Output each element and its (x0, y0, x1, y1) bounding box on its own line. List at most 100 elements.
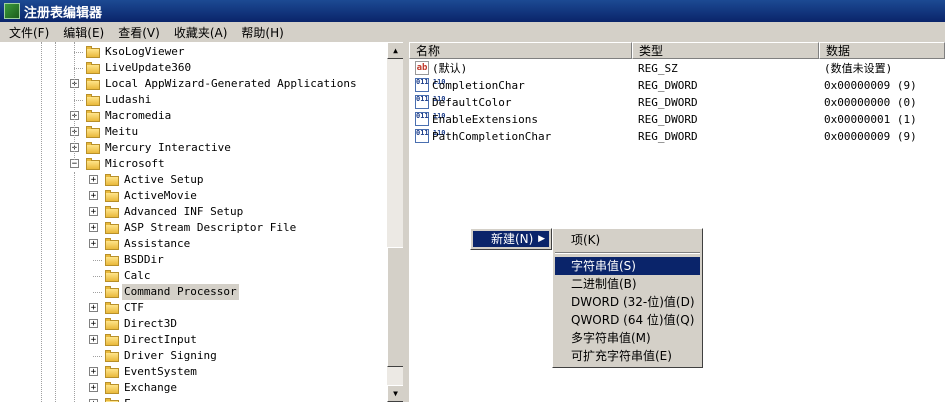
submenu-item[interactable]: 字符串值(S) (555, 257, 700, 275)
tree-connector (74, 100, 83, 101)
folder-icon (105, 222, 119, 234)
submenu-item[interactable]: 可扩充字符串值(E) (555, 347, 700, 365)
tree-item-label: Advanced INF Setup (124, 205, 244, 218)
list-item[interactable]: 011 110 EnableExtensions REG_DWORD 0x000000… (409, 111, 945, 128)
tree-item[interactable]: + Assistance (0, 236, 386, 252)
scroll-up-arrow-icon[interactable]: ▲ (387, 42, 404, 59)
tree-item[interactable]: + Active Setup (0, 172, 386, 188)
menu-edit[interactable]: 编辑(E) (54, 24, 109, 41)
value-name: (默认) (432, 62, 468, 75)
tree-item-label: Microsoft (105, 157, 165, 170)
tree-item[interactable]: + ActiveMovie (0, 188, 386, 204)
tree-item[interactable]: KsoLogViewer (0, 44, 386, 60)
tree-item[interactable]: + Local AppWizard-Generated Applications (0, 76, 386, 92)
submenu-item-label: 多字符串值(M) (571, 331, 651, 345)
value-data: 0x00000000 (0) (824, 96, 917, 109)
submenu-item[interactable]: DWORD (32-位)值(D) (555, 293, 700, 311)
tree-item-label: KsoLogViewer (105, 45, 185, 58)
tree-item-label: F... (122, 396, 153, 402)
window-title: 注册表编辑器 (24, 5, 103, 21)
value-data: 0x00000009 (9) (824, 130, 917, 143)
expand-icon[interactable]: + (89, 303, 98, 313)
menu-view[interactable]: 查看(V) (109, 24, 165, 41)
value-name: EnableExtensions (432, 113, 538, 126)
tree-item[interactable]: + Mercury Interactive (0, 140, 386, 156)
folder-icon (86, 142, 100, 154)
tree-connector (93, 276, 102, 277)
submenu-item[interactable]: 项(K) (555, 231, 700, 249)
folder-icon (86, 158, 100, 170)
tree-scrollbar[interactable]: ▲ ▼ (386, 42, 404, 402)
tree-item[interactable]: + Macromedia (0, 108, 386, 124)
tree-guide-line (74, 42, 75, 160)
binary-value-icon: 011 110 (415, 78, 446, 92)
tree-item[interactable]: Command Processor (0, 284, 386, 300)
tree-item[interactable]: + Direct3D (0, 316, 386, 332)
submenu-item-label: 二进制值(B) (571, 277, 637, 291)
scroll-thumb[interactable] (387, 247, 404, 367)
list-item[interactable]: ab (默认) REG_SZ (数值未设置) (409, 60, 945, 77)
expand-icon[interactable]: + (89, 239, 98, 249)
tree-item-label: Command Processor (122, 284, 239, 300)
scroll-down-arrow-icon[interactable]: ▼ (387, 385, 404, 402)
tree-item[interactable]: + Advanced INF Setup (0, 204, 386, 220)
value-data: 0x00000009 (9) (824, 79, 917, 92)
tree-item-label: Ludashi (105, 93, 152, 106)
expand-icon[interactable]: + (89, 191, 98, 201)
value-data: 0x00000001 (1) (824, 113, 917, 126)
tree-guide-line (55, 42, 56, 402)
tree-item[interactable]: Calc (0, 268, 386, 284)
menu-file[interactable]: 文件(F) (0, 24, 54, 41)
tree-item[interactable]: + Exchange (0, 380, 386, 396)
list-item[interactable]: 011 110 CompletionChar REG_DWORD 0x00000009… (409, 77, 945, 94)
menu-help[interactable]: 帮助(H) (232, 24, 288, 41)
column-type[interactable]: 类型 (632, 42, 819, 59)
tree-item[interactable]: − Microsoft (0, 156, 386, 172)
expand-icon[interactable]: + (89, 335, 98, 345)
folder-icon (105, 174, 119, 186)
tree-item-label: Active Setup (124, 173, 204, 186)
tree-item[interactable]: BSDDir (0, 252, 386, 268)
tree-item-label: Driver Signing (124, 349, 217, 362)
tree-item-label: LiveUpdate360 (105, 61, 192, 74)
expand-icon[interactable]: + (89, 383, 98, 393)
tree-item[interactable]: LiveUpdate360 (0, 60, 386, 76)
list-item[interactable]: 011 110 DefaultColor REG_DWORD 0x00000000 (… (409, 94, 945, 111)
tree-connector (74, 68, 83, 69)
expand-icon[interactable]: + (89, 367, 98, 377)
list-item[interactable]: 011 110 PathCompletionChar REG_DWORD 0x0000… (409, 128, 945, 145)
folder-icon (105, 398, 119, 402)
tree-item[interactable]: Ludashi (0, 92, 386, 108)
value-name: DefaultColor (432, 96, 512, 109)
tree-item[interactable]: + ASP Stream Descriptor File (0, 220, 386, 236)
tree-item-label: Assistance (124, 237, 191, 250)
tree-item-label: Mercury Interactive (105, 141, 231, 154)
tree-item[interactable]: +F... (0, 396, 386, 402)
tree-guide-line (74, 172, 75, 402)
tree-connector (93, 356, 102, 357)
menu-favorites[interactable]: 收藏夹(A) (165, 24, 233, 41)
collapse-icon[interactable]: − (70, 159, 79, 169)
tree-item-label: Exchange (124, 381, 177, 394)
folder-icon (86, 126, 100, 138)
submenu-item[interactable]: QWORD (64 位)值(Q) (555, 311, 700, 329)
context-menu-new[interactable]: 新建(N) ▶ (473, 231, 549, 247)
submenu-item[interactable]: 二进制值(B) (555, 275, 700, 293)
tree-item[interactable]: + DirectInput (0, 332, 386, 348)
expand-icon[interactable]: + (89, 319, 98, 329)
registry-tree[interactable]: KsoLogViewer LiveUpdate360 + Local AppWizar… (0, 42, 387, 402)
tree-item[interactable]: + CTF (0, 300, 386, 316)
column-data[interactable]: 数据 (819, 42, 945, 59)
list-header: 名称 类型 数据 (409, 42, 945, 59)
expand-icon[interactable]: + (89, 223, 98, 233)
tree-item-label: DirectInput (124, 333, 197, 346)
folder-icon (105, 190, 119, 202)
column-name[interactable]: 名称 (409, 42, 632, 59)
submenu-item[interactable]: 多字符串值(M) (555, 329, 700, 347)
expand-icon[interactable]: + (89, 175, 98, 185)
tree-item[interactable]: + Meitu (0, 124, 386, 140)
tree-item[interactable]: Driver Signing (0, 348, 386, 364)
tree-item[interactable]: + EventSystem (0, 364, 386, 380)
folder-icon (105, 206, 119, 218)
expand-icon[interactable]: + (89, 207, 98, 217)
